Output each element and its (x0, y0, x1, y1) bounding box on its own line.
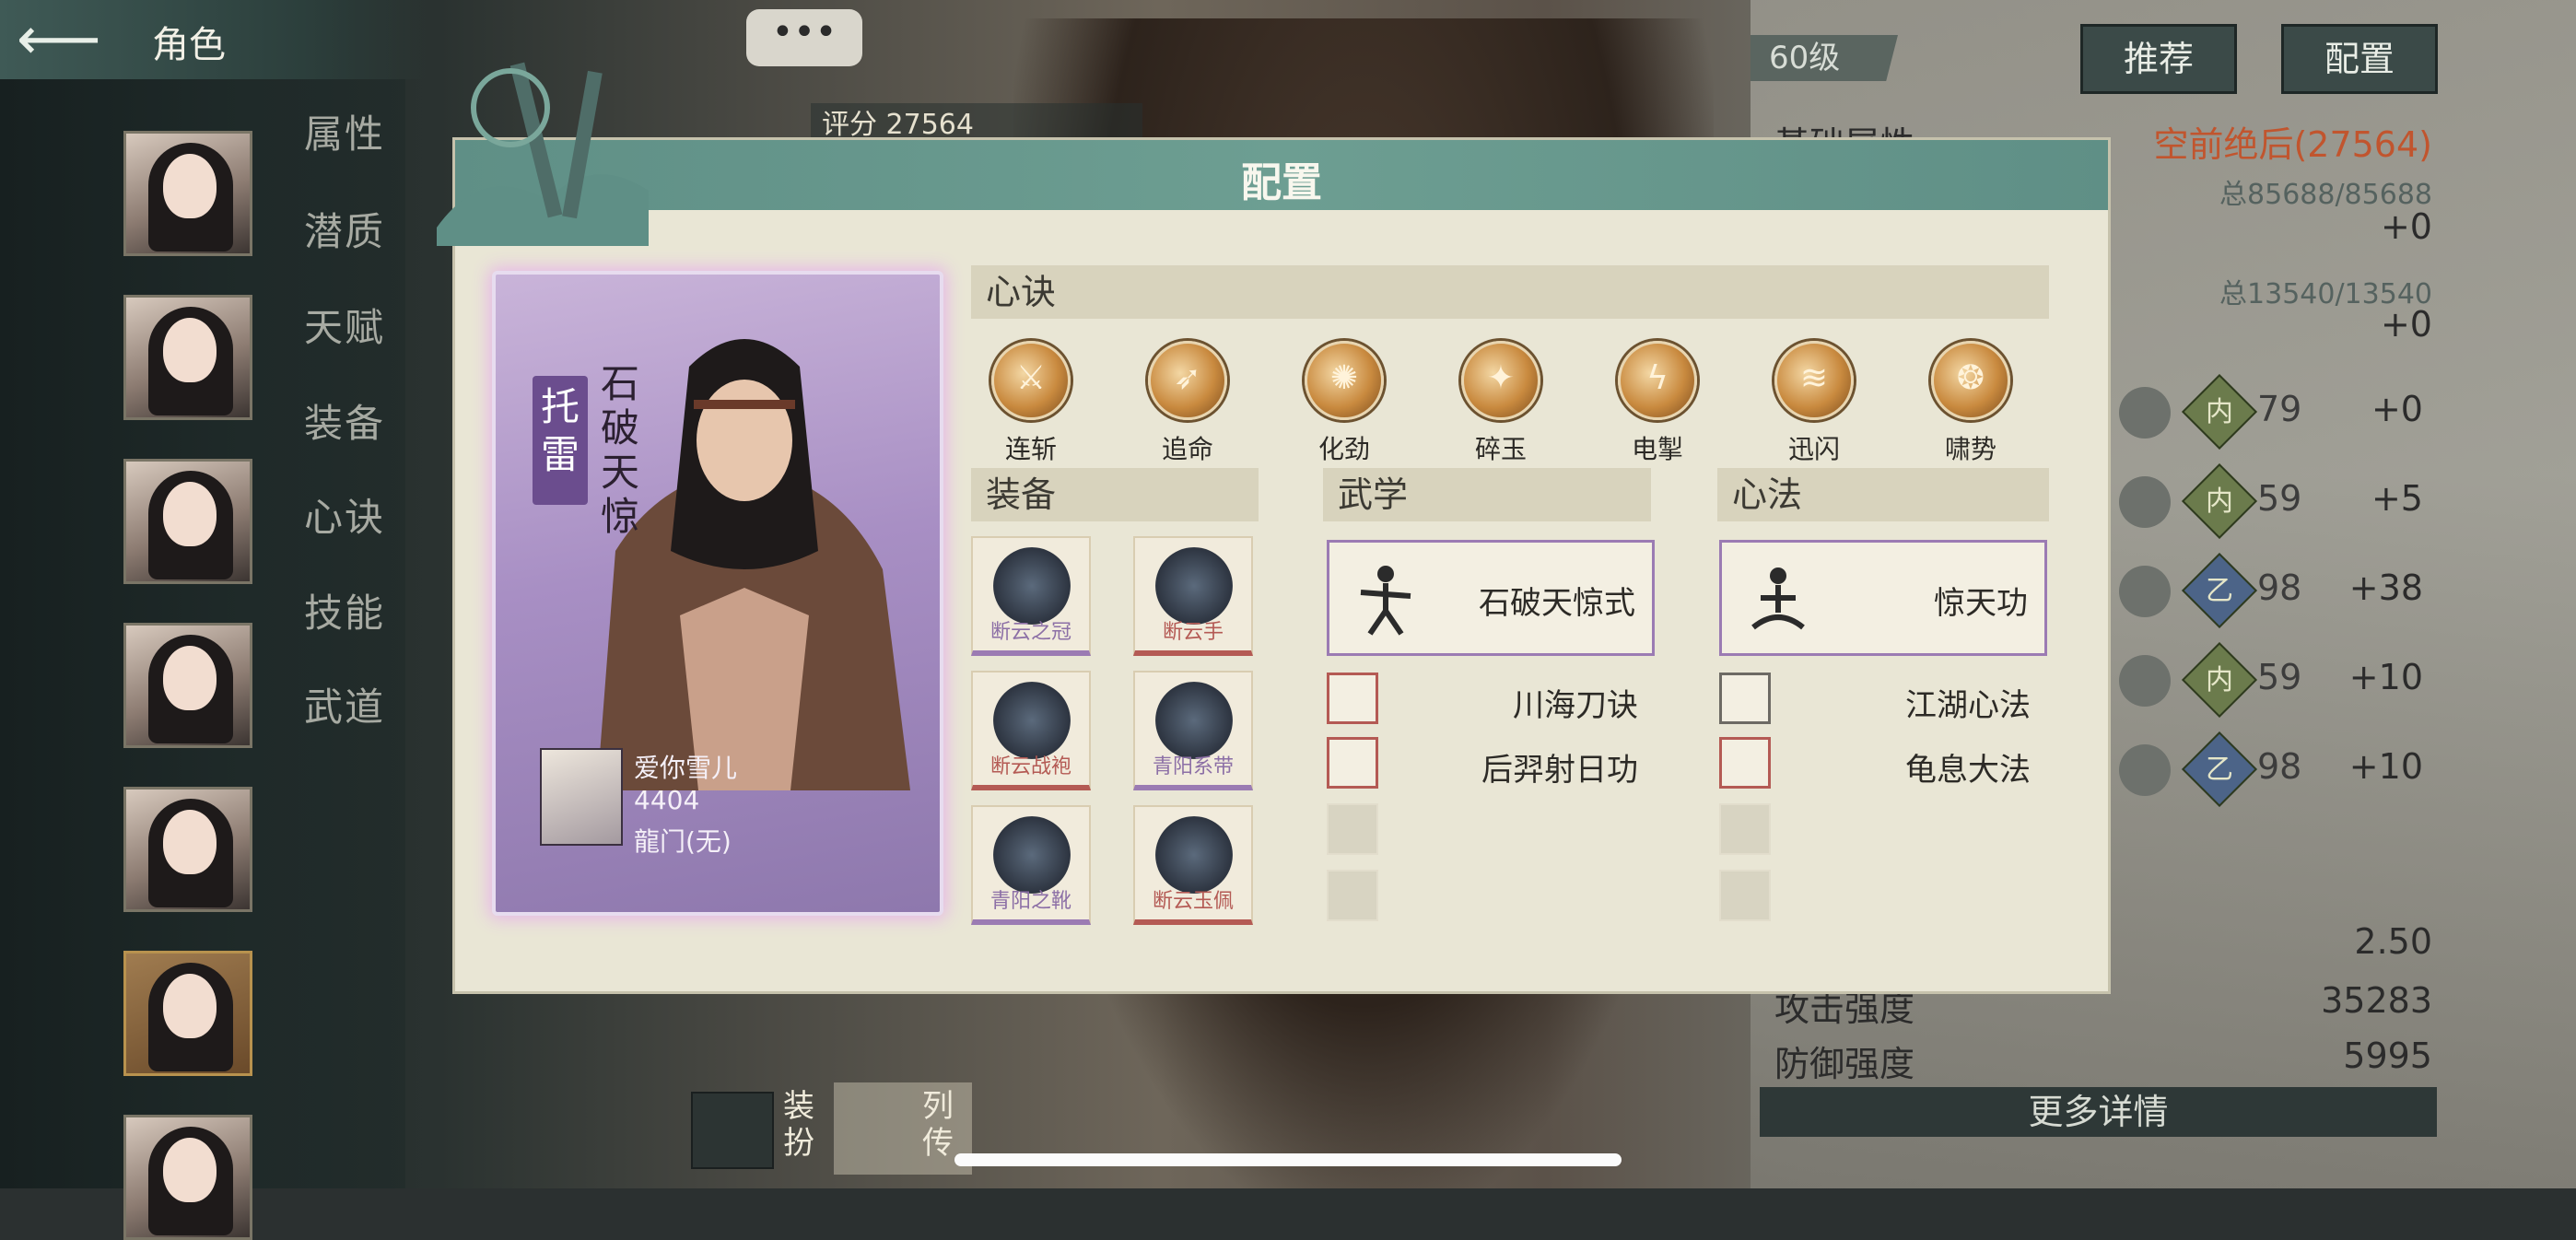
config-button[interactable]: 配置 (2281, 24, 2438, 94)
belt-icon (1155, 682, 1233, 759)
equip-slot-armor[interactable]: 断云战袍 (971, 671, 1091, 790)
xinjue-skill[interactable]: ➶ 追命 (1137, 341, 1238, 470)
xinjue-header: 心诀 (971, 265, 2049, 319)
martial-figure-icon (1360, 566, 1411, 636)
xinjue-skill[interactable]: ≋ 迅闪 (1763, 341, 1865, 470)
boots-icon (993, 816, 1071, 894)
home-indicator[interactable] (954, 1153, 1622, 1166)
empty-martial-slot[interactable] (1327, 870, 1378, 921)
top-bar: ⟵ 角色 (0, 0, 433, 79)
xinjue-skill[interactable]: ✺ 化劲 (1294, 341, 1395, 470)
xinjue-skill[interactable]: ⚔ 连斩 (980, 341, 1082, 470)
tab-attributes[interactable]: 属性 (304, 103, 385, 159)
character-avatar[interactable] (123, 623, 252, 748)
back-button[interactable]: ⟵ (17, 7, 127, 72)
player-guild: 龍门(无) (634, 826, 732, 857)
equip-slot-helmet[interactable]: 断云之冠 (971, 536, 1091, 656)
score-value: 27564 (885, 109, 974, 141)
player-name: 爱你雪儿 (634, 753, 738, 783)
bio-tab[interactable]: 列传 (834, 1082, 972, 1175)
tab-xinjue[interactable]: 心诀 (304, 486, 385, 543)
tab-talent[interactable]: 天赋 (304, 297, 385, 353)
skill-stat-row: 内 59 +10 (2119, 641, 2423, 719)
martial-item-icon (1327, 673, 1378, 724)
empty-heart-slot[interactable] (1719, 803, 1771, 855)
xinjue-skill[interactable]: ϟ 电掣 (1607, 341, 1708, 470)
martial-item[interactable]: 后羿射日功 (1327, 737, 1655, 789)
armor-icon (993, 682, 1071, 759)
tab-wudao[interactable]: 武道 (304, 676, 385, 732)
hp-bonus: +0 (2380, 206, 2432, 247)
base-attr-rating: 空前绝后(27564) (2153, 124, 2432, 165)
martial-main-card[interactable]: 石破天惊式 (1327, 540, 1655, 656)
heart-method-item[interactable]: 江湖心法 (1719, 673, 2047, 724)
heart-main-card[interactable]: 惊天功 (1719, 540, 2047, 656)
character-avatar[interactable] (123, 459, 252, 584)
more-details-button[interactable]: 更多详情 (1760, 1087, 2437, 1137)
outfit-tab[interactable]: 装扮 (691, 1082, 829, 1175)
mp-bonus: +0 (2380, 304, 2432, 345)
heart-method-item[interactable]: 龟息大法 (1719, 737, 2047, 789)
skill-stat-icon (2119, 655, 2171, 707)
player-score: 4404 (634, 785, 700, 815)
character-avatar[interactable] (123, 1115, 252, 1240)
equip-slot-pendant[interactable]: 断云玉佩 (1133, 805, 1253, 925)
equip-slot-boots[interactable]: 青阳之靴 (971, 805, 1091, 925)
modal-title: 配置 (1241, 159, 1322, 206)
skill-stat-row: 乙 98 +10 (2119, 731, 2423, 808)
character-avatar[interactable] (123, 131, 252, 256)
helmet-icon (993, 547, 1071, 625)
martial-item[interactable]: 川海刀诀 (1327, 673, 1655, 724)
martial-item-icon (1327, 737, 1378, 789)
skill-stat-row: 乙 98 +38 (2119, 552, 2423, 629)
xinjue-skill[interactable]: ❂ 啸势 (1920, 341, 2021, 470)
pendant-icon (1155, 816, 1233, 894)
config-modal: 配置 托雷 石破天惊 爱你雪儿 4404 龍门(无) 心诀 ⚔ 连斩 ➶ 追命 … (437, 62, 2108, 991)
recommend-button[interactable]: 推荐 (2080, 24, 2237, 94)
chat-button[interactable]: ••• (746, 9, 862, 66)
martial-header: 武学 (1323, 468, 1651, 521)
equipment-header: 装备 (971, 468, 1259, 521)
screen-title: 角色 (152, 24, 226, 66)
skill-stat-icon (2119, 566, 2171, 617)
meditation-figure-icon (1751, 567, 1805, 630)
character-tag-text: 托雷 (540, 384, 580, 477)
heart-method-header: 心法 (1717, 468, 2049, 521)
character-avatar-selected[interactable] (123, 951, 252, 1076)
skill-stat-row: 内 59 +5 (2119, 462, 2423, 540)
heart-method-icon (1719, 673, 1771, 724)
player-avatar (540, 748, 623, 846)
empty-heart-slot[interactable] (1719, 870, 1771, 921)
skill-stat-icon (2119, 387, 2171, 439)
xinjue-skill[interactable]: ✦ 碎玉 (1450, 341, 1551, 470)
skill-stat-icon (2119, 744, 2171, 796)
score-label: 评分 (822, 109, 877, 141)
equip-slot-gloves[interactable]: 断云手 (1133, 536, 1253, 656)
character-name: 石破天惊 (600, 361, 639, 539)
skill-stat-icon (2119, 476, 2171, 528)
character-avatar[interactable] (123, 787, 252, 912)
skill-stat-row: 内 79 +0 (2119, 373, 2423, 450)
gloves-icon (1155, 547, 1233, 625)
back-arrow-icon: ⟵ (17, 6, 101, 74)
tab-skills[interactable]: 技能 (304, 582, 385, 638)
tab-potential[interactable]: 潜质 (304, 201, 385, 257)
outfit-icon (691, 1092, 774, 1169)
tab-equipment[interactable]: 装备 (304, 392, 385, 449)
level-badge: 60级 (1751, 35, 1898, 81)
equip-slot-belt[interactable]: 青阳系带 (1133, 671, 1253, 790)
empty-martial-slot[interactable] (1327, 803, 1378, 855)
heart-method-icon (1719, 737, 1771, 789)
character-avatar[interactable] (123, 295, 252, 420)
defense-strength-row: 防御强度 5995 (1774, 1035, 2432, 1084)
